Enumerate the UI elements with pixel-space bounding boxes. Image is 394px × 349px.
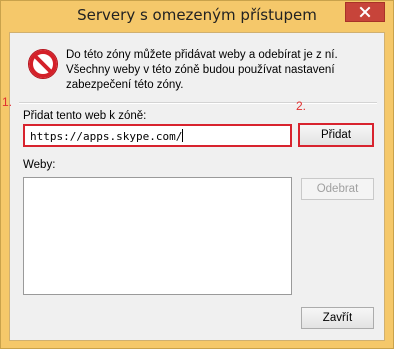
step-2-marker: 2. xyxy=(296,99,307,113)
dialog-window: Servery s omezeným přístupem Do této zón… xyxy=(0,0,394,349)
text-caret xyxy=(182,129,184,142)
info-text: Do této zóny můžete přidávat weby a odeb… xyxy=(66,49,338,91)
site-url-value: https://apps.skype.com/ xyxy=(30,130,183,143)
title-bar: Servery s omezeným přístupem xyxy=(1,1,393,33)
add-site-label: Přidat tento web k zóně: xyxy=(23,110,147,122)
sites-list[interactable] xyxy=(23,177,292,295)
step-1-marker: 1. xyxy=(2,95,13,109)
sites-label: Weby: xyxy=(23,159,56,171)
add-button[interactable]: Přidat xyxy=(298,123,374,147)
close-icon xyxy=(359,6,371,18)
window-title: Servery s omezeným přístupem xyxy=(77,6,317,24)
dialog-content: Do této zóny můžete přidávat weby a odeb… xyxy=(9,32,385,341)
divider xyxy=(19,102,377,104)
prohibited-icon xyxy=(28,49,58,79)
close-button[interactable]: Zavřít xyxy=(301,307,374,329)
remove-button[interactable]: Odebrat xyxy=(301,178,374,200)
site-url-input[interactable]: https://apps.skype.com/ xyxy=(23,124,292,147)
close-window-button[interactable] xyxy=(345,2,385,22)
